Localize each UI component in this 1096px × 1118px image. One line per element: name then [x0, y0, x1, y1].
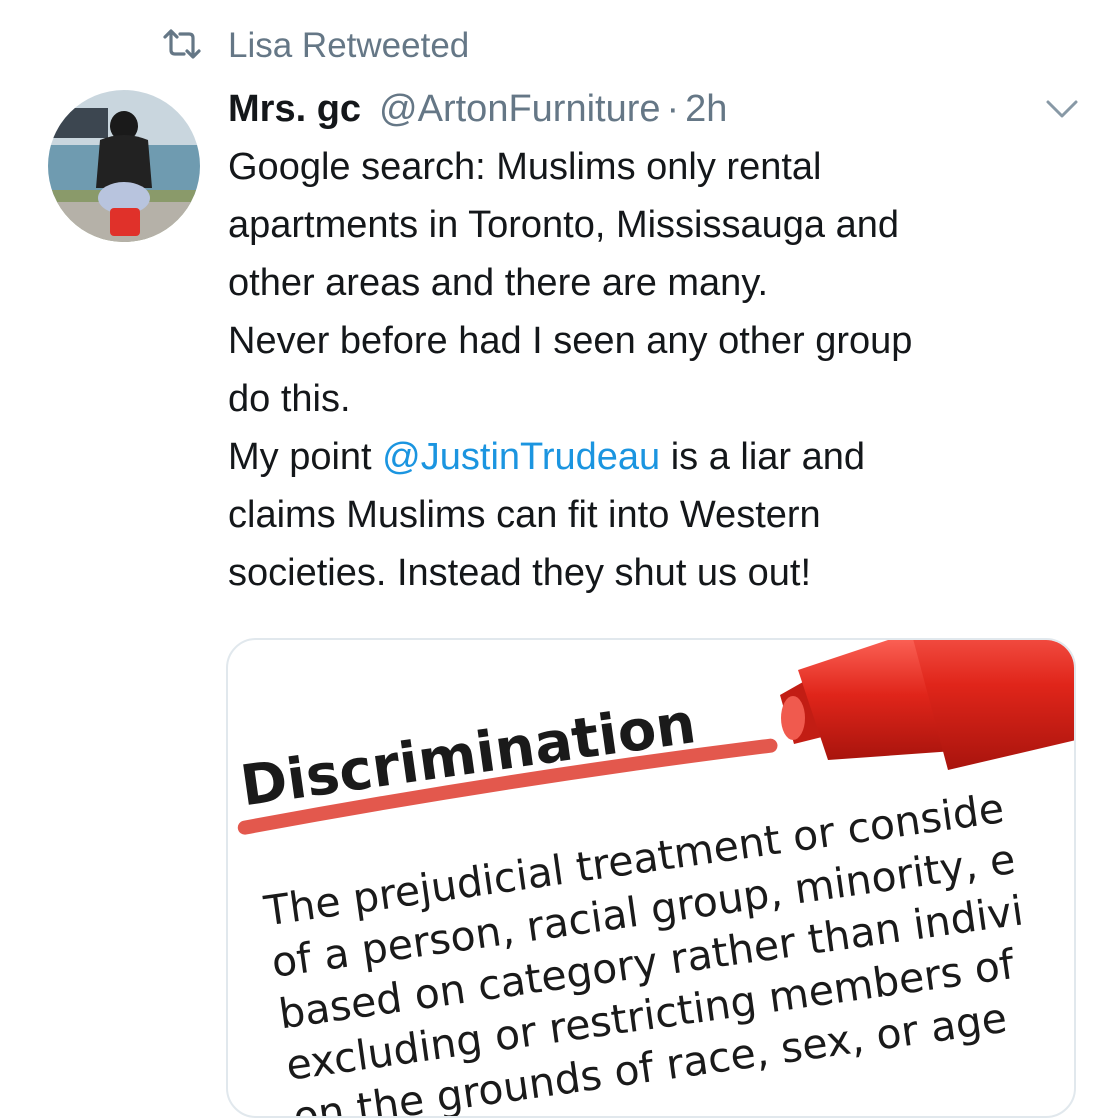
- display-name[interactable]: Mrs. gc: [228, 88, 361, 131]
- mention-link[interactable]: @JustinTrudeau: [382, 436, 660, 478]
- tweet-line: do this.: [228, 378, 351, 420]
- retweet-context: Lisa Retweeted: [162, 22, 469, 70]
- tweet-line: other areas and there are many.: [228, 262, 769, 304]
- tweet-text-segment: is a liar and: [660, 436, 866, 478]
- tweet-line: Never before had I seen any other group: [228, 320, 913, 362]
- retweet-icon: [162, 28, 202, 65]
- tweet-line: My point @JustinTrudeau is a liar and: [228, 428, 1078, 486]
- tweet-line: Google search: Muslims only rental: [228, 146, 822, 188]
- avatar[interactable]: [48, 90, 200, 242]
- chevron-down-icon[interactable]: [1042, 94, 1082, 124]
- tweet-line: claims Muslims can fit into Western: [228, 494, 821, 536]
- tweet-text-segment: My point: [228, 436, 383, 478]
- separator-dot: ·: [666, 87, 680, 130]
- tweet-line: apartments in Toronto, Mississauga and: [228, 204, 899, 246]
- marker-icon: [780, 640, 1074, 770]
- media-image[interactable]: Discrimination The prejudicial treatment…: [226, 638, 1076, 1118]
- tweet-text: Google search: Muslims only rental apart…: [228, 138, 1078, 602]
- tweet-header: Mrs. gc @ArtonFurniture · 2h: [228, 82, 727, 136]
- timestamp[interactable]: 2h: [685, 88, 727, 131]
- media-heading: Discrimination: [237, 691, 700, 819]
- tweet-line: societies. Instead they shut us out!: [228, 552, 812, 594]
- retweet-label[interactable]: Lisa Retweeted: [228, 26, 469, 66]
- user-handle[interactable]: @ArtonFurniture: [379, 88, 660, 131]
